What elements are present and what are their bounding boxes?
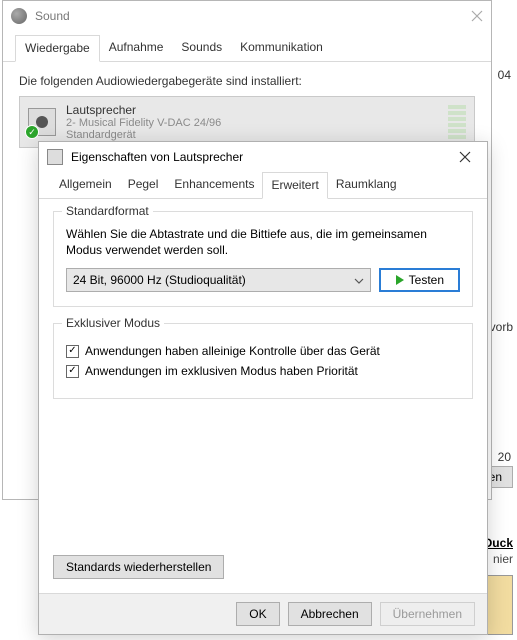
device-instruction: Die folgenden Audiowiedergabegeräte sind… — [19, 74, 475, 88]
checkbox-icon — [66, 365, 79, 378]
props-titlebar[interactable]: Eigenschaften von Lautsprecher — [39, 142, 487, 172]
speaker-icon: ✓ — [28, 108, 56, 136]
bg-subtext: nier — [493, 552, 513, 566]
exclusive-opt1-label: Anwendungen haben alleinige Kontrolle üb… — [85, 344, 380, 358]
tab-pegel[interactable]: Pegel — [120, 172, 167, 198]
close-icon — [459, 151, 471, 163]
bg-text: 04 — [498, 68, 511, 82]
apply-button[interactable]: Übernehmen — [380, 602, 475, 626]
format-value: 24 Bit, 96000 Hz (Studioqualität) — [73, 273, 354, 287]
tab-sounds[interactable]: Sounds — [172, 35, 231, 61]
cancel-button[interactable]: Abbrechen — [288, 602, 372, 626]
properties-dialog: Eigenschaften von Lautsprecher Allgemein… — [38, 141, 488, 635]
sound-tabs: Wiedergabe Aufnahme Sounds Kommunikation — [3, 35, 491, 62]
ok-button[interactable]: OK — [236, 602, 279, 626]
play-icon — [395, 274, 405, 286]
tab-allgemein[interactable]: Allgemein — [51, 172, 120, 198]
tab-erweitert[interactable]: Erweitert — [262, 172, 327, 199]
dialog-footer: OK Abbrechen Übernehmen — [39, 593, 487, 634]
device-status: Standardgerät — [66, 129, 221, 141]
device-name: Lautsprecher — [66, 103, 221, 117]
exclusive-checkbox-2[interactable]: Anwendungen im exklusiven Modus haben Pr… — [66, 364, 460, 378]
checkbox-icon — [66, 345, 79, 358]
chevron-down-icon — [354, 273, 364, 287]
default-check-icon: ✓ — [25, 125, 39, 139]
exclusive-legend: Exklusiver Modus — [62, 316, 164, 330]
device-desc: 2- Musical Fidelity V-DAC 24/96 — [66, 117, 221, 129]
device-row[interactable]: ✓ Lautsprecher 2- Musical Fidelity V-DAC… — [20, 97, 474, 147]
standardformat-legend: Standardformat — [62, 204, 153, 218]
test-label: Testen — [409, 273, 444, 287]
close-button[interactable] — [451, 146, 479, 168]
level-meter-icon — [448, 105, 466, 139]
props-tabs: Allgemein Pegel Enhancements Erweitert R… — [39, 172, 487, 199]
tab-enhancements[interactable]: Enhancements — [166, 172, 262, 198]
tab-aufnahme[interactable]: Aufnahme — [100, 35, 173, 61]
sound-icon — [11, 8, 27, 24]
standardformat-group: Standardformat Wählen Sie die Abtastrate… — [53, 211, 473, 307]
format-dropdown[interactable]: 24 Bit, 96000 Hz (Studioqualität) — [66, 268, 371, 292]
standardformat-desc: Wählen Sie die Abtastrate und die Bittie… — [66, 226, 460, 258]
speaker-properties-icon — [47, 149, 63, 165]
tab-raumklang[interactable]: Raumklang — [328, 172, 405, 198]
sound-title: Sound — [35, 9, 471, 23]
props-title: Eigenschaften von Lautsprecher — [71, 150, 451, 164]
exclusive-opt2-label: Anwendungen im exklusiven Modus haben Pr… — [85, 364, 358, 378]
sound-titlebar[interactable]: Sound — [3, 1, 491, 31]
exclusive-group: Exklusiver Modus Anwendungen haben allei… — [53, 323, 473, 399]
close-icon[interactable] — [471, 10, 483, 22]
tab-wiedergabe[interactable]: Wiedergabe — [15, 35, 100, 62]
exclusive-checkbox-1[interactable]: Anwendungen haben alleinige Kontrolle üb… — [66, 344, 460, 358]
bg-text: 20 — [498, 450, 511, 464]
test-button[interactable]: Testen — [379, 268, 460, 292]
tab-kommunikation[interactable]: Kommunikation — [231, 35, 332, 61]
restore-defaults-button[interactable]: Standards wiederherstellen — [53, 555, 224, 579]
